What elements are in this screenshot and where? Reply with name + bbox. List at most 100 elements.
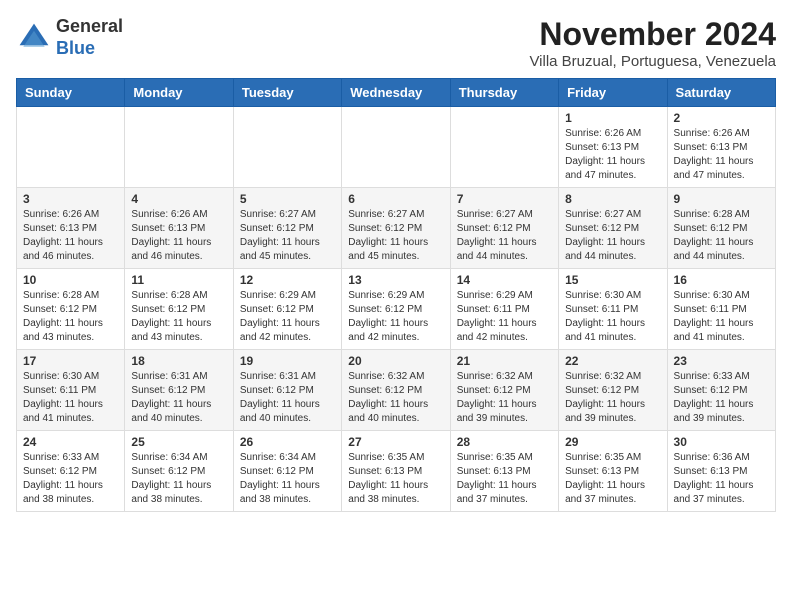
calendar-cell: 29 Sunrise: 6:35 AM Sunset: 6:13 PM Dayli…: [559, 431, 667, 512]
calendar-cell: 19 Sunrise: 6:31 AM Sunset: 6:12 PM Dayli…: [233, 350, 341, 431]
calendar-cell: 7 Sunrise: 6:27 AM Sunset: 6:12 PM Daylig…: [450, 188, 558, 269]
calendar-cell: 14Sunrise: 6:29 AM Sunset: 6:11 PM Dayli…: [450, 269, 558, 350]
day-number: 2: [674, 111, 769, 125]
day-info: Sunrise: 6:26 AM Sunset: 6:13 PM Dayligh…: [23, 208, 118, 264]
day-info: Sunrise: 6:31 AM Sunset: 6:12 PM Dayligh…: [240, 370, 335, 426]
day-number: 23: [674, 354, 769, 368]
weekday-header-wednesday: Wednesday: [342, 79, 450, 107]
day-info: Sunrise: 6:35 AM Sunset: 6:13 PM Dayligh…: [457, 451, 552, 507]
day-number: 10: [23, 273, 118, 287]
day-number: 19: [240, 354, 335, 368]
calendar-cell: 18 Sunrise: 6:31 AM Sunset: 6:12 PM Dayli…: [125, 350, 233, 431]
day-info: Sunrise: 6:27 AM Sunset: 6:12 PM Dayligh…: [348, 208, 443, 264]
weekday-header-monday: Monday: [125, 79, 233, 107]
weekday-header-saturday: Saturday: [667, 79, 775, 107]
location-title: Villa Bruzual, Portuguesa, Venezuela: [529, 53, 776, 70]
calendar-cell: 30 Sunrise: 6:36 AM Sunset: 6:13 PM Dayli…: [667, 431, 775, 512]
day-number: 9: [674, 192, 769, 206]
day-number: 27: [348, 435, 443, 449]
calendar-cell: 25Sunrise: 6:34 AM Sunset: 6:12 PM Dayli…: [125, 431, 233, 512]
day-info: Sunrise: 6:31 AM Sunset: 6:12 PM Dayligh…: [131, 370, 226, 426]
day-number: 12: [240, 273, 335, 287]
day-number: 6: [348, 192, 443, 206]
day-info: Sunrise: 6:27 AM Sunset: 6:12 PM Dayligh…: [565, 208, 660, 264]
day-info: Sunrise: 6:30 AM Sunset: 6:11 PM Dayligh…: [23, 370, 118, 426]
day-info: Sunrise: 6:35 AM Sunset: 6:13 PM Dayligh…: [348, 451, 443, 507]
day-number: 3: [23, 192, 118, 206]
calendar-cell: 9 Sunrise: 6:28 AM Sunset: 6:12 PM Daylig…: [667, 188, 775, 269]
day-info: Sunrise: 6:32 AM Sunset: 6:12 PM Dayligh…: [457, 370, 552, 426]
day-info: Sunrise: 6:34 AM Sunset: 6:12 PM Dayligh…: [240, 451, 335, 507]
day-number: 20: [348, 354, 443, 368]
calendar-cell: 10 Sunrise: 6:28 AM Sunset: 6:12 PM Dayli…: [17, 269, 125, 350]
day-info: Sunrise: 6:32 AM Sunset: 6:12 PM Dayligh…: [565, 370, 660, 426]
day-info: Sunrise: 6:29 AM Sunset: 6:12 PM Dayligh…: [348, 289, 443, 345]
day-number: 13: [348, 273, 443, 287]
calendar-cell: [17, 107, 125, 188]
calendar-cell: 27 Sunrise: 6:35 AM Sunset: 6:13 PM Dayli…: [342, 431, 450, 512]
weekday-header-row: SundayMondayTuesdayWednesdayThursdayFrid…: [17, 79, 776, 107]
day-number: 21: [457, 354, 552, 368]
day-info: Sunrise: 6:33 AM Sunset: 6:12 PM Dayligh…: [23, 451, 118, 507]
day-number: 5: [240, 192, 335, 206]
day-info: Sunrise: 6:36 AM Sunset: 6:13 PM Dayligh…: [674, 451, 769, 507]
day-number: 26: [240, 435, 335, 449]
calendar-cell: 23 Sunrise: 6:33 AM Sunset: 6:12 PM Dayli…: [667, 350, 775, 431]
weekday-header-friday: Friday: [559, 79, 667, 107]
calendar-cell: 20 Sunrise: 6:32 AM Sunset: 6:12 PM Dayli…: [342, 350, 450, 431]
day-number: 17: [23, 354, 118, 368]
day-number: 4: [131, 192, 226, 206]
calendar-body: 1 Sunrise: 6:26 AM Sunset: 6:13 PM Daylig…: [17, 107, 776, 512]
calendar-cell: 13 Sunrise: 6:29 AM Sunset: 6:12 PM Dayli…: [342, 269, 450, 350]
calendar-cell: [125, 107, 233, 188]
calendar-week-1: 3 Sunrise: 6:26 AM Sunset: 6:13 PM Daylig…: [17, 188, 776, 269]
logo-icon: [16, 20, 52, 56]
day-number: 8: [565, 192, 660, 206]
calendar-cell: 1 Sunrise: 6:26 AM Sunset: 6:13 PM Daylig…: [559, 107, 667, 188]
day-info: Sunrise: 6:26 AM Sunset: 6:13 PM Dayligh…: [565, 127, 660, 183]
day-number: 14: [457, 273, 552, 287]
calendar-cell: 6 Sunrise: 6:27 AM Sunset: 6:12 PM Daylig…: [342, 188, 450, 269]
calendar-week-2: 10 Sunrise: 6:28 AM Sunset: 6:12 PM Dayli…: [17, 269, 776, 350]
calendar-cell: [342, 107, 450, 188]
day-info: Sunrise: 6:28 AM Sunset: 6:12 PM Dayligh…: [131, 289, 226, 345]
calendar-cell: 12 Sunrise: 6:29 AM Sunset: 6:12 PM Dayli…: [233, 269, 341, 350]
weekday-header-sunday: Sunday: [17, 79, 125, 107]
day-info: Sunrise: 6:28 AM Sunset: 6:12 PM Dayligh…: [674, 208, 769, 264]
day-number: 18: [131, 354, 226, 368]
day-info: Sunrise: 6:28 AM Sunset: 6:12 PM Dayligh…: [23, 289, 118, 345]
calendar-cell: 2 Sunrise: 6:26 AM Sunset: 6:13 PM Daylig…: [667, 107, 775, 188]
calendar-cell: [450, 107, 558, 188]
day-number: 24: [23, 435, 118, 449]
day-number: 11: [131, 273, 226, 287]
calendar-cell: 22 Sunrise: 6:32 AM Sunset: 6:12 PM Dayli…: [559, 350, 667, 431]
day-info: Sunrise: 6:29 AM Sunset: 6:12 PM Dayligh…: [240, 289, 335, 345]
day-info: Sunrise: 6:26 AM Sunset: 6:13 PM Dayligh…: [131, 208, 226, 264]
day-info: Sunrise: 6:34 AM Sunset: 6:12 PM Dayligh…: [131, 451, 226, 507]
day-number: 28: [457, 435, 552, 449]
day-info: Sunrise: 6:35 AM Sunset: 6:13 PM Dayligh…: [565, 451, 660, 507]
calendar-cell: 3 Sunrise: 6:26 AM Sunset: 6:13 PM Daylig…: [17, 188, 125, 269]
day-number: 29: [565, 435, 660, 449]
day-info: Sunrise: 6:26 AM Sunset: 6:13 PM Dayligh…: [674, 127, 769, 183]
day-number: 7: [457, 192, 552, 206]
logo-text: General Blue: [56, 16, 123, 59]
calendar-cell: 4 Sunrise: 6:26 AM Sunset: 6:13 PM Daylig…: [125, 188, 233, 269]
calendar-cell: 8 Sunrise: 6:27 AM Sunset: 6:12 PM Daylig…: [559, 188, 667, 269]
calendar-cell: 17 Sunrise: 6:30 AM Sunset: 6:11 PM Dayli…: [17, 350, 125, 431]
calendar-cell: 11 Sunrise: 6:28 AM Sunset: 6:12 PM Dayli…: [125, 269, 233, 350]
day-info: Sunrise: 6:33 AM Sunset: 6:12 PM Dayligh…: [674, 370, 769, 426]
day-info: Sunrise: 6:27 AM Sunset: 6:12 PM Dayligh…: [457, 208, 552, 264]
day-info: Sunrise: 6:32 AM Sunset: 6:12 PM Dayligh…: [348, 370, 443, 426]
calendar-cell: 28 Sunrise: 6:35 AM Sunset: 6:13 PM Dayli…: [450, 431, 558, 512]
calendar-week-3: 17 Sunrise: 6:30 AM Sunset: 6:11 PM Dayli…: [17, 350, 776, 431]
title-block: November 2024 Villa Bruzual, Portuguesa,…: [529, 16, 776, 70]
calendar-table: SundayMondayTuesdayWednesdayThursdayFrid…: [16, 78, 776, 512]
day-number: 22: [565, 354, 660, 368]
day-number: 30: [674, 435, 769, 449]
day-number: 15: [565, 273, 660, 287]
day-number: 16: [674, 273, 769, 287]
day-info: Sunrise: 6:30 AM Sunset: 6:11 PM Dayligh…: [674, 289, 769, 345]
day-number: 1: [565, 111, 660, 125]
day-info: Sunrise: 6:30 AM Sunset: 6:11 PM Dayligh…: [565, 289, 660, 345]
